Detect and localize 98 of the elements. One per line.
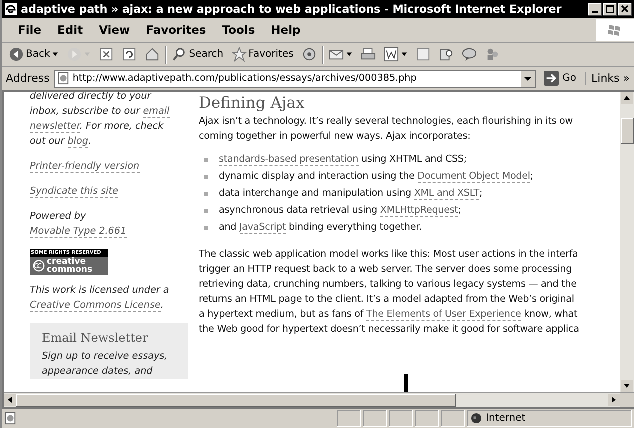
- bullet-icon: [204, 158, 208, 162]
- list-item-text: dynamic display and interaction using the Document Object Model;: [219, 170, 534, 184]
- refresh-icon: [122, 47, 138, 62]
- menu-item[interactable]: View: [91, 23, 138, 37]
- sidebar-link[interactable]: Printer-friendly version: [30, 161, 140, 173]
- menu-item[interactable]: Edit: [50, 23, 92, 37]
- sidebar-text: newsletter. For more, check: [30, 120, 164, 134]
- sidebar-text: Powered by: [30, 210, 86, 224]
- article-link[interactable]: The Elements of User Experience: [366, 309, 522, 321]
- sidebar-link[interactable]: Syndicate this site: [30, 186, 118, 198]
- status-pane: [389, 410, 413, 427]
- minimize-icon: [592, 10, 598, 12]
- minimize-button[interactable]: [588, 2, 602, 16]
- menu-item[interactable]: File: [10, 23, 50, 37]
- sidebar-link[interactable]: blog: [68, 136, 88, 148]
- article-text: a hypertext medium, but as fans of The Elements of User Experience know, what: [199, 308, 579, 322]
- sidebar-text: out our blog.: [30, 135, 92, 149]
- vertical-scrollbar[interactable]: [620, 92, 634, 392]
- horizontal-scrollbar[interactable]: [4, 392, 634, 407]
- list-item-text: data interchange and manipulation using XML and XSLT;: [219, 187, 483, 201]
- security-zone: Internet: [467, 410, 632, 427]
- page-icon: [56, 72, 70, 85]
- close-button[interactable]: [618, 2, 632, 16]
- article-link[interactable]: standards-based presentation: [219, 154, 359, 166]
- favorites-button[interactable]: Favorites: [228, 44, 297, 64]
- menu-item[interactable]: Help: [263, 23, 309, 37]
- research-icon: [438, 47, 454, 62]
- article-link[interactable]: JavaScript: [240, 222, 286, 234]
- caret-icon: [400, 51, 408, 58]
- bullet-icon: [204, 208, 208, 212]
- status-pane: [363, 410, 387, 427]
- bullet-icon: [204, 226, 208, 230]
- status-pane: [415, 410, 439, 427]
- bullet-icon: [204, 192, 208, 196]
- links-button[interactable]: Links »: [584, 72, 630, 85]
- status-pane: [441, 410, 465, 427]
- article-text: coming together in powerful new ways. Ajax incorporates:: [199, 130, 472, 144]
- stop-icon: [99, 47, 114, 62]
- address-field[interactable]: http://www.adaptivepath.com/publications/essays/archives/000385.php: [54, 70, 536, 88]
- article-text: The classic web application model works like this: Most user actions in the interfa: [199, 248, 580, 262]
- article-text: trigger an HTTP request back to a web server. The server does some processing: [199, 263, 574, 277]
- address-label: Address: [6, 72, 50, 85]
- search-button[interactable]: Search: [169, 44, 227, 64]
- sidebar-link[interactable]: Movable Type 2.661: [30, 226, 127, 238]
- scroll-right-icon[interactable]: [608, 394, 620, 406]
- newsletter-text: appearance dates, and: [42, 365, 154, 379]
- print-icon: [360, 47, 376, 62]
- article-text: the Web good for hypertext doesn’t necessarily make it good for software applica: [199, 323, 580, 337]
- arrow-icon: [544, 71, 559, 86]
- license-text: Creative Commons License.: [30, 299, 164, 313]
- search-icon: [172, 47, 188, 62]
- discuss-icon: [416, 47, 431, 62]
- list-item-text: and JavaScript binding everything together.: [219, 221, 422, 235]
- scrollbar-corner: [620, 393, 634, 407]
- scroll-down-icon[interactable]: [621, 380, 633, 392]
- back-button[interactable]: Back: [6, 44, 62, 64]
- caret-icon: [52, 51, 60, 58]
- license-link[interactable]: Creative Commons License: [30, 300, 161, 312]
- close-icon: [620, 4, 630, 14]
- list-item-text: asynchronous data retrieval using XMLHttpRequest;: [219, 204, 462, 218]
- article-link[interactable]: Document Object Model: [418, 171, 530, 183]
- newsletter-heading: Email Newsletter: [42, 331, 150, 345]
- scroll-thumb[interactable]: [16, 394, 456, 406]
- article-text: Ajax isn’t a technology. It’s really several technologies, each flourishing in its ow: [199, 115, 574, 129]
- status-pane: [337, 410, 361, 427]
- go-button[interactable]: Go: [540, 71, 581, 86]
- edit-icon: [384, 47, 399, 62]
- maximize-button[interactable]: [603, 2, 617, 16]
- media-icon: [302, 47, 317, 62]
- article-link[interactable]: XMLHttpRequest: [380, 205, 458, 217]
- bullet-icon: [204, 174, 208, 178]
- article-link[interactable]: XML and XSLT: [414, 188, 480, 200]
- scroll-thumb[interactable]: [620, 118, 634, 144]
- article-heading: Defining Ajax: [199, 94, 306, 112]
- caret-icon: [346, 51, 353, 58]
- scroll-left-icon[interactable]: [4, 394, 16, 406]
- article-text: retrieving data, crunching numbers, talking to various legacy systems — and the: [199, 278, 578, 292]
- newsletter-text: Sign up to receive essays,: [42, 350, 169, 364]
- menu-item[interactable]: Favorites: [138, 23, 214, 37]
- sidebar-text: delivered directly to your: [30, 92, 152, 104]
- image-edge: [404, 374, 408, 392]
- messenger-icon: [462, 47, 477, 62]
- menu-item[interactable]: Tools: [214, 23, 264, 37]
- page-icon: [4, 412, 17, 425]
- sidebar-link[interactable]: email: [143, 106, 170, 118]
- list-item-text: standards-based presentation using XHTML and CSS;: [219, 153, 467, 167]
- back-icon: [9, 47, 24, 62]
- home-icon: [145, 47, 160, 62]
- sidebar-link[interactable]: newsletter: [30, 121, 80, 133]
- sidebar-text: inbox, subscribe to our email: [30, 105, 170, 119]
- maximize-icon: [605, 4, 615, 14]
- caret-icon: [84, 51, 92, 58]
- scroll-up-icon[interactable]: [621, 92, 633, 104]
- favorites-icon: [232, 47, 247, 62]
- article-text: returns an HTML page to the client. It’s a model adapted from the Web’s original: [199, 293, 576, 307]
- window-title: adaptive path » ajax: a new approach to web applications - Microsoft Internet Explorer: [21, 2, 563, 16]
- globe-icon: [471, 413, 482, 424]
- license-text: This work is licensed under a: [30, 284, 170, 298]
